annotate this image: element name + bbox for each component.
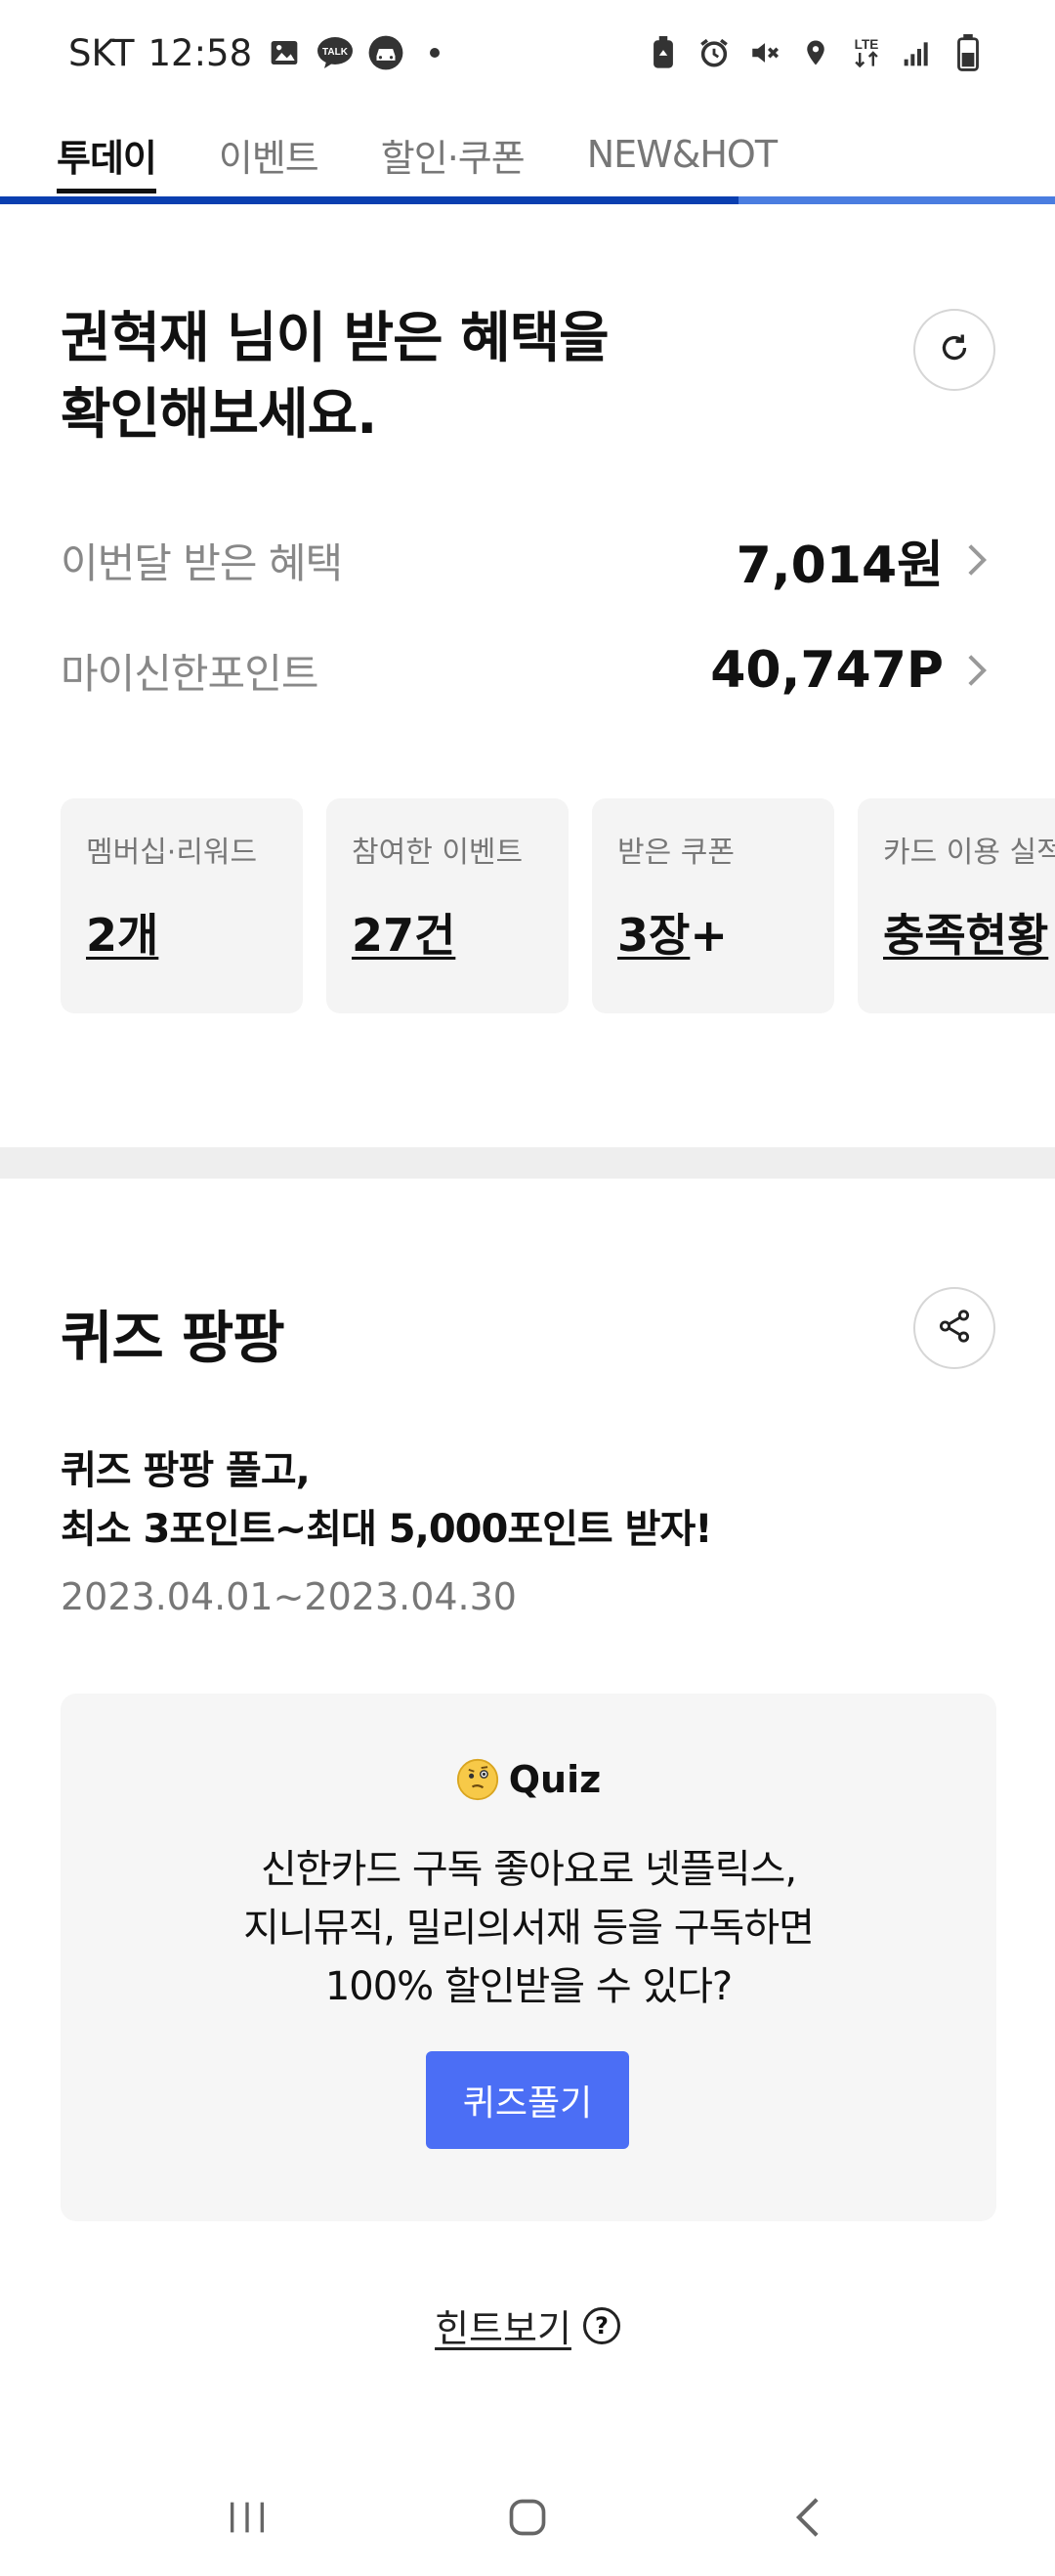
card-label: 카드 이용 실적 xyxy=(883,836,1055,870)
status-right: LTE xyxy=(645,34,987,71)
card-label: 멤버십·리워드 xyxy=(86,836,258,870)
recent-apps-icon xyxy=(225,2498,270,2541)
talk-icon: TALK xyxy=(316,34,354,71)
status-left: SKT 12:58 TALK xyxy=(68,31,441,74)
recent-apps-button[interactable] xyxy=(208,2480,286,2558)
card-value-suffix: + xyxy=(690,909,728,962)
tab-progress-fill xyxy=(0,196,738,204)
quiz-question-line3: 100% 할인받을 수 있다? xyxy=(324,1964,733,2009)
hint-link-text: 힌트보기 xyxy=(435,2307,571,2350)
home-button[interactable] xyxy=(488,2480,567,2558)
summary-cards: 멤버십·리워드 2개 참여한 이벤트 27건 받은 쿠폰 3장+ 카드 이용 실… xyxy=(61,798,1055,1013)
hint-link[interactable]: 힌트보기 ? xyxy=(0,2298,1055,2352)
benefit-title: 권혁재 님이 받은 혜택을 확인해보세요. xyxy=(61,301,862,453)
signal-icon xyxy=(899,34,936,71)
quiz-question-line2: 지니뮤직, 밀리의서재 등을 구독하면 xyxy=(243,1906,815,1951)
quiz-headline: 퀴즈 팡팡 풀고, 최소 3포인트~최대 5,000포인트 받자! xyxy=(61,1441,712,1559)
back-button[interactable] xyxy=(769,2480,847,2558)
quiz-label-row: Quiz xyxy=(61,1758,996,1801)
my-points-label: 마이신한포인트 xyxy=(61,649,318,698)
card-value: 2개 xyxy=(86,909,159,962)
quiz-card: Quiz 신한카드 구독 좋아요로 넷플릭스, 지니뮤직, 밀리의서재 등을 구… xyxy=(61,1694,996,2221)
monthly-benefit-label: 이번달 받은 혜택 xyxy=(61,538,343,587)
location-icon xyxy=(797,34,834,71)
card-label: 받은 쿠폰 xyxy=(617,836,735,870)
benefit-title-line2: 확인해보세요. xyxy=(61,383,377,447)
solve-quiz-button[interactable]: 퀴즈풀기 xyxy=(426,2051,629,2149)
tab-new-hot[interactable]: NEW&HOT xyxy=(587,106,778,203)
quiz-headline-line2: 최소 3포인트~최대 5,000포인트 받자! xyxy=(61,1507,712,1552)
tab-events[interactable]: 이벤트 xyxy=(219,106,319,203)
alarm-icon xyxy=(696,34,733,71)
card-label: 참여한 이벤트 xyxy=(352,836,524,870)
my-points-value: 40,747P xyxy=(710,641,944,700)
back-icon xyxy=(793,2496,823,2543)
notification-dot-icon xyxy=(430,48,441,58)
svg-text:TALK: TALK xyxy=(322,47,349,58)
monthly-benefit-value: 7,014원 xyxy=(736,536,944,595)
my-points-row[interactable]: 마이신한포인트 40,747P xyxy=(61,631,996,709)
top-tab-bar: 투데이 이벤트 할인·쿠폰 NEW&HOT xyxy=(0,106,1055,203)
svg-text:LTE: LTE xyxy=(855,37,879,52)
quiz-label: Quiz xyxy=(508,1758,602,1801)
chevron-right-icon xyxy=(957,651,996,690)
benefit-title-line1: 권혁재 님이 받은 혜택을 xyxy=(61,307,610,370)
status-bar: SKT 12:58 TALK LTE xyxy=(0,0,1055,106)
refresh-icon xyxy=(937,330,972,369)
mute-icon xyxy=(746,34,783,71)
quiz-section-title: 퀴즈 팡팡 xyxy=(61,1305,285,1371)
card-value: 3장+ xyxy=(617,909,728,962)
question-mark-icon: ? xyxy=(582,2306,620,2344)
quiz-question-line1: 신한카드 구독 좋아요로 넷플릭스, xyxy=(260,1847,797,1892)
thinking-face-icon xyxy=(456,1758,499,1801)
quiz-headline-line1: 퀴즈 팡팡 풀고, xyxy=(61,1448,311,1493)
share-icon xyxy=(936,1308,973,1349)
lte-icon: LTE xyxy=(848,34,885,71)
tab-discount-coupon[interactable]: 할인·쿠폰 xyxy=(381,106,526,203)
card-joined-events[interactable]: 참여한 이벤트 27건 xyxy=(326,798,569,1013)
section-divider xyxy=(0,1147,1055,1179)
monthly-benefit-row[interactable]: 이번달 받은 혜택 7,014원 xyxy=(61,521,996,599)
system-nav-bar xyxy=(0,2463,1055,2576)
card-received-coupons[interactable]: 받은 쿠폰 3장+ xyxy=(592,798,834,1013)
battery-icon xyxy=(950,34,987,71)
chevron-right-icon xyxy=(957,540,996,580)
car-icon xyxy=(367,34,404,71)
card-value: 27건 xyxy=(352,909,456,962)
card-value: 충족현황 xyxy=(883,909,1049,962)
recycle-icon xyxy=(645,34,682,71)
gallery-icon xyxy=(266,34,303,71)
quiz-question: 신한카드 구독 좋아요로 넷플릭스, 지니뮤직, 밀리의서재 등을 구독하면 1… xyxy=(61,1840,996,2016)
carrier-text: SKT xyxy=(68,31,135,74)
refresh-button[interactable] xyxy=(913,309,995,391)
quiz-period: 2023.04.01~2023.04.30 xyxy=(61,1575,517,1618)
card-usage-performance[interactable]: 카드 이용 실적 충족현황 xyxy=(858,798,1055,1013)
tab-progress-bar xyxy=(0,196,1055,204)
home-icon xyxy=(506,2496,549,2543)
card-membership-rewards[interactable]: 멤버십·리워드 2개 xyxy=(61,798,303,1013)
tab-today[interactable]: 투데이 xyxy=(57,106,157,203)
time-text: 12:58 xyxy=(148,31,253,74)
share-button[interactable] xyxy=(913,1287,995,1369)
